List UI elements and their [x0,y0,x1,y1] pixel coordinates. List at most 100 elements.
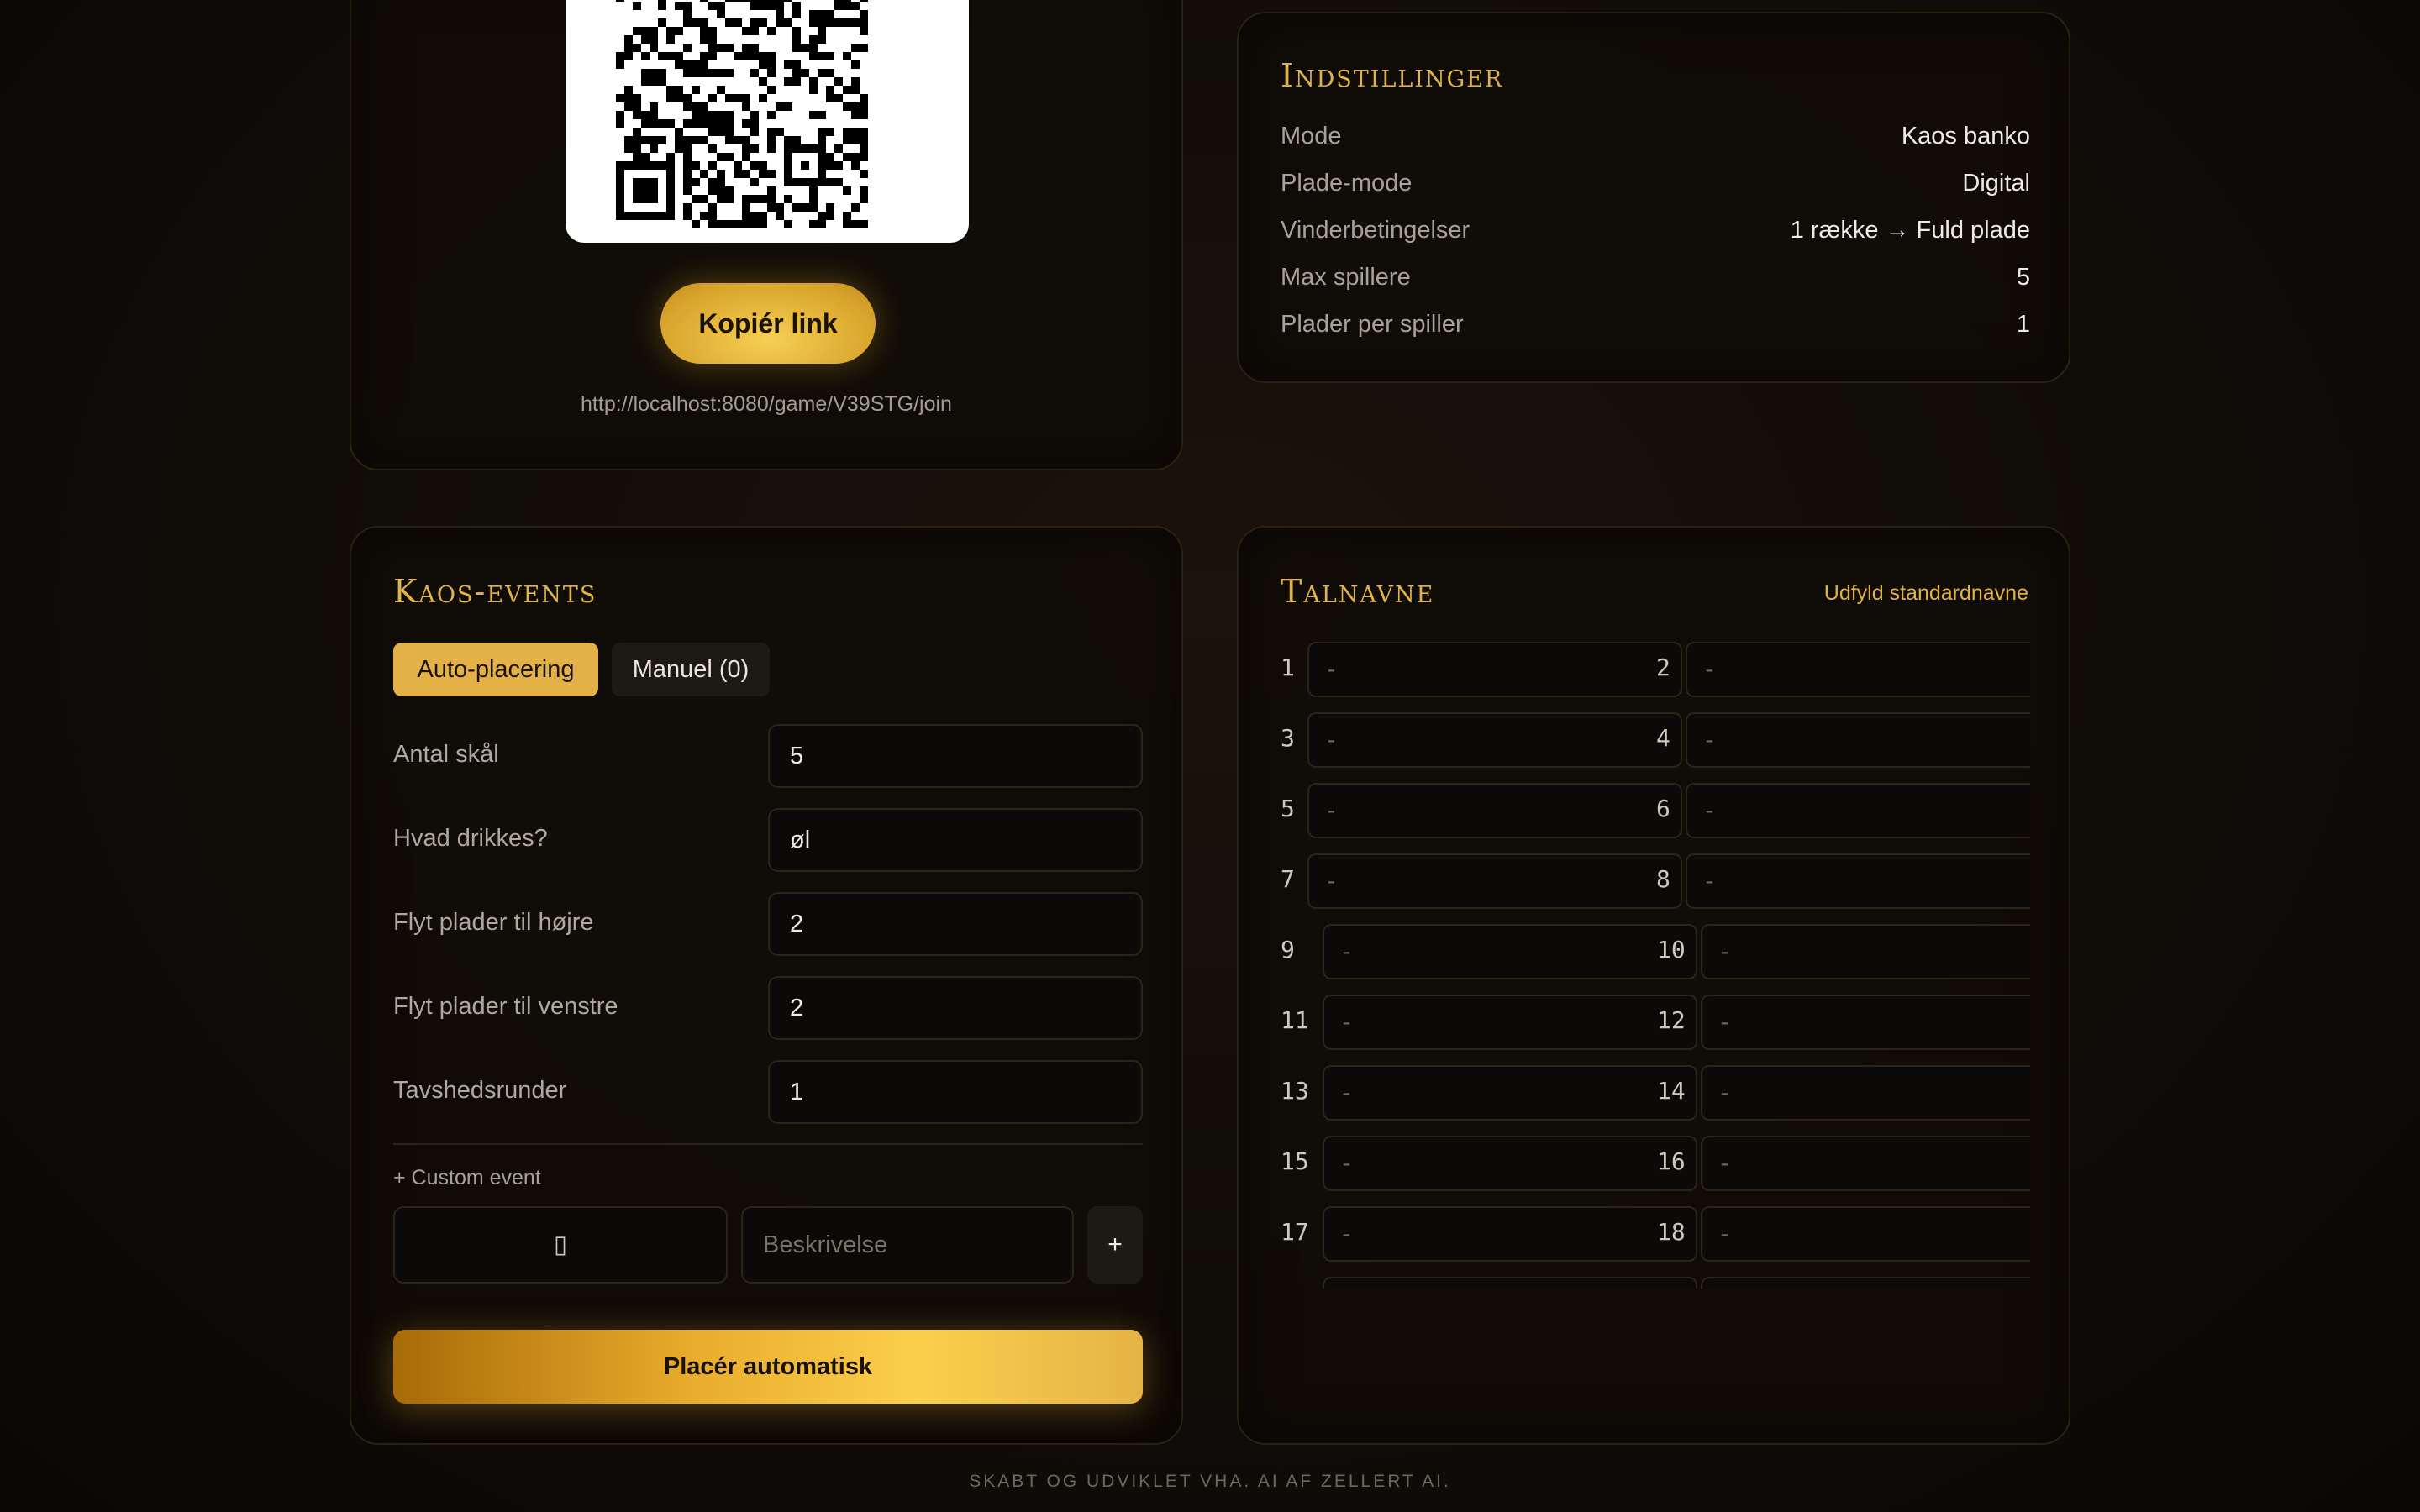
footer-credit: SKABT OG UDVIKLET VHA. AI AF ZELLERT AI. [969,1472,1451,1491]
number-name-input[interactable]: - [1686,853,2030,909]
move-left-input[interactable]: 2 [768,976,1143,1040]
tab-auto-placement[interactable]: Auto-placering [393,643,598,696]
kaos-events-card: Kaos-events Auto-placering Manuel (0) An… [350,526,1183,1445]
number-names-title: Talnavne [1281,573,1435,610]
number-label: 3 [1281,724,1295,752]
settings-row: Max spillere 5 [1281,264,2030,297]
number-name-row: 9 -10- [1281,924,2030,979]
settings-key: Vinderbetingelser [1281,217,1470,244]
number-name-input[interactable]: - [1686,642,2030,697]
settings-key: Plade-mode [1281,170,1413,197]
number-label: 6 [1656,795,1670,822]
settings-key: Mode [1281,123,1342,150]
settings-value: 5 [2016,264,2030,291]
number-name-input[interactable]: - [1323,1206,1697,1262]
number-name-row: 3-4- [1281,712,2030,768]
number-label: 17 [1281,1218,1309,1246]
number-name-row: 1-2- [1281,642,2030,697]
number-name-row: 17-18- [1281,1206,2030,1262]
number-label: 13 [1281,1077,1309,1105]
number-name-input[interactable]: - [1701,1065,2030,1121]
settings-row: Plade-mode Digital [1281,170,2030,203]
settings-value: 1 række → Fuld plade [1790,217,2030,244]
copy-link-button[interactable]: Kopiér link [660,283,876,364]
number-name-input[interactable]: - [1686,783,2030,838]
settings-key: Plader per spiller [1281,311,1464,338]
kaos-events-title: Kaos-events [393,573,597,610]
number-name-input[interactable]: - [1323,1277,1697,1289]
number-name-input[interactable]: - [1307,783,1682,838]
number-name-input[interactable]: - [1701,1206,2030,1262]
number-names-card: Talnavne Udfyld standardnavne 1-2-3-4-5-… [1237,526,2070,1445]
add-custom-event-button[interactable]: + [1087,1206,1143,1284]
event-row-move-right: Flyt plader til højre 2 [393,892,1143,956]
qr-code [566,0,969,243]
number-label: 18 [1657,1218,1686,1246]
number-label: 12 [1657,1006,1686,1034]
silence-rounds-input[interactable]: 1 [768,1060,1143,1124]
event-row-toasts: Antal skål 5 [393,724,1143,788]
event-label: Flyt plader til venstre [393,993,618,1020]
settings-title: Indstillinger [1281,57,1504,94]
fill-default-names-link[interactable]: Udfyld standardnavne [1824,581,2028,606]
settings-row: Mode Kaos banko [1281,123,2030,156]
settings-value: 1 [2016,311,2030,338]
event-label: Tavshedsrunder [393,1077,567,1104]
number-name-input[interactable]: - [1323,995,1697,1050]
page: Kopiér link http://localhost:8080/game/V… [0,0,2420,1512]
number-label: 15 [1281,1147,1309,1175]
number-names-grid: 1-2-3-4-5-6-7-8-9-10-11-12-13-14-15-16-1… [1281,642,2030,1289]
number-name-input[interactable]: - [1701,1277,2030,1289]
number-name-input[interactable]: - [1307,642,1682,697]
custom-event-label: + Custom event [393,1166,541,1189]
number-label: 11 [1281,1006,1309,1034]
number-label: 8 [1656,865,1670,893]
number-label: 5 [1281,795,1295,822]
join-url: http://localhost:8080/game/V39STG/join [581,392,952,416]
number-name-input[interactable]: - [1701,924,2030,979]
number-name-input[interactable]: - [1307,712,1682,768]
number-name-row: 13-14- [1281,1065,2030,1121]
divider [393,1143,1143,1145]
number-label: 4 [1656,724,1670,752]
number-name-input[interactable]: - [1701,1136,2030,1191]
toasts-input[interactable]: 5 [768,724,1143,788]
event-row-move-left: Flyt plader til venstre 2 [393,976,1143,1040]
custom-event-description-input[interactable]: Beskrivelse [741,1206,1074,1284]
number-name-row: 5-6- [1281,783,2030,838]
share-card: Kopiér link http://localhost:8080/game/V… [350,0,1183,470]
number-name-input[interactable]: - [1686,712,2030,768]
number-label: 9 [1281,936,1295,963]
settings-card: Indstillinger Mode Kaos banko Plade-mode… [1237,12,2070,383]
number-label: 2 [1656,654,1670,681]
number-name-input[interactable]: - [1323,1065,1697,1121]
number-name-input[interactable]: - [1323,1136,1697,1191]
number-label: 14 [1657,1077,1686,1105]
settings-key: Max spillere [1281,264,1411,291]
event-label: Flyt plader til højre [393,909,594,936]
number-name-input[interactable]: - [1307,853,1682,909]
move-right-input[interactable]: 2 [768,892,1143,956]
number-name-input[interactable]: - [1701,995,2030,1050]
settings-row: Plader per spiller 1 [1281,311,2030,344]
number-label: 16 [1657,1147,1686,1175]
event-label: Hvad drikkes? [393,825,548,852]
event-label: Antal skål [393,741,499,768]
number-name-row: 11-12- [1281,995,2030,1050]
number-name-row: -- [1281,1277,2030,1289]
custom-event-icon-input[interactable]: ▯ [393,1206,728,1284]
settings-row: Vinderbetingelser 1 række → Fuld plade [1281,217,2030,250]
event-row-drink: Hvad drikkes? øl [393,808,1143,872]
number-name-row: 15-16- [1281,1136,2030,1191]
drink-input[interactable]: øl [768,808,1143,872]
place-automatically-button[interactable]: Placér automatisk [393,1330,1143,1404]
number-label: 1 [1281,654,1295,681]
number-name-input[interactable]: - [1323,924,1697,979]
qr-code-icon [616,0,868,228]
number-label: 10 [1657,936,1686,963]
settings-value: Kaos banko [1901,123,2030,150]
number-label: 7 [1281,865,1295,893]
tab-manual[interactable]: Manuel (0) [612,643,770,696]
settings-value: Digital [1962,170,2030,197]
number-name-row: 7-8- [1281,853,2030,909]
